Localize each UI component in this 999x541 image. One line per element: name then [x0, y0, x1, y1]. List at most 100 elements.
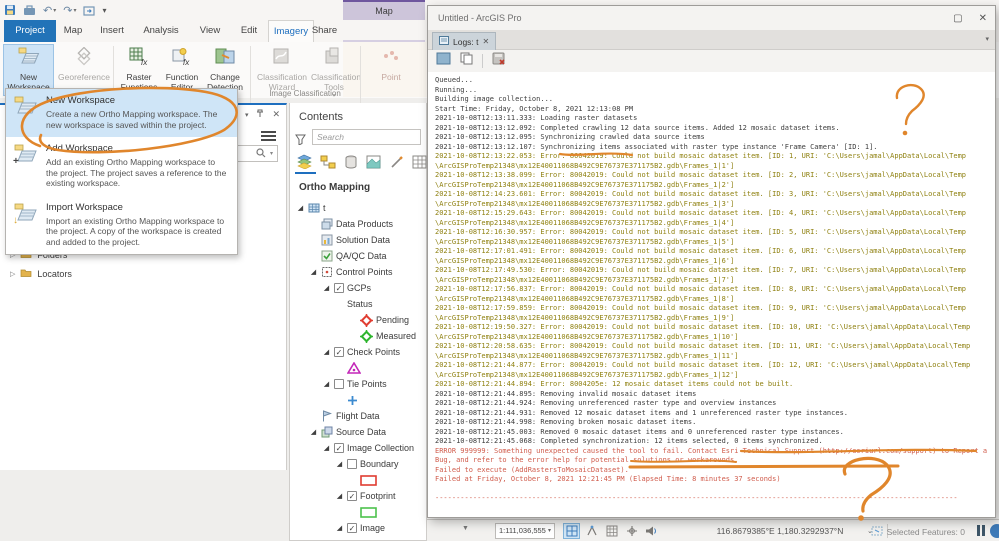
expand-icon[interactable]: ◢: [322, 380, 331, 388]
menu-item-import-workspace[interactable]: ↓ Import Workspace Import an existing Or…: [6, 196, 237, 255]
point-button[interactable]: Point: [366, 44, 416, 96]
checkbox[interactable]: ✓: [334, 283, 344, 293]
chevron-down-icon: ▾: [548, 524, 551, 538]
project-switch-icon[interactable]: [83, 5, 95, 16]
tree-item-check-points[interactable]: ◢✓Check Points: [290, 344, 426, 360]
tree-item-data-products[interactable]: Data Products: [290, 216, 426, 232]
checkbox[interactable]: ✓: [347, 523, 357, 533]
expand-icon[interactable]: ◢: [335, 492, 344, 500]
log-line: 2021-10-08T12:15:29.643: Error: 80042019…: [435, 209, 995, 219]
catalog-item-locators[interactable]: ▷ Locators: [10, 268, 72, 279]
tree-item-control-points[interactable]: ◢Control Points: [290, 264, 426, 280]
scroll-down-icon[interactable]: ▼: [462, 525, 469, 532]
tab-view[interactable]: View: [190, 20, 230, 42]
checkbox[interactable]: [334, 379, 344, 389]
map-scale-select[interactable]: 1:111,036,555▾: [495, 523, 555, 539]
save-icon[interactable]: [4, 4, 16, 16]
selected-features[interactable]: Selected Features: 0: [871, 526, 965, 538]
map-view-icon[interactable]: [365, 153, 382, 170]
collapse-icon[interactable]: ▷: [10, 270, 15, 278]
tree-item-flight-data[interactable]: Flight Data: [290, 408, 426, 424]
select-all-icon[interactable]: [436, 52, 451, 70]
maximize-icon[interactable]: ▢: [953, 13, 962, 24]
log-lines[interactable]: Queued...Running...Building image collec…: [428, 72, 995, 517]
tree-item-pending[interactable]: Pending: [290, 312, 426, 328]
tree-item-symbol[interactable]: [290, 360, 426, 376]
tree-item-gcps[interactable]: ◢✓GCPs: [290, 280, 426, 296]
expand-icon[interactable]: ◢: [322, 444, 331, 452]
expand-icon[interactable]: ◢: [309, 268, 318, 276]
undo-icon[interactable]: ↶▾: [43, 4, 56, 17]
tree-item-symbol[interactable]: [290, 472, 426, 488]
speaker-icon[interactable]: [643, 523, 660, 539]
checkbox[interactable]: ✓: [334, 347, 344, 357]
tree-item-status[interactable]: Status: [290, 296, 426, 312]
tree-item-tie-points[interactable]: ◢Tie Points: [290, 376, 426, 392]
contents-title: Contents: [299, 111, 343, 123]
tree-item-image-collection[interactable]: ◢✓Image Collection: [290, 440, 426, 456]
tab-project[interactable]: Project: [4, 20, 56, 42]
pause-drawing-icon[interactable]: [977, 525, 985, 536]
menu-icon[interactable]: [261, 129, 276, 143]
log-line: 2021-10-08T12:13:12.107: Synchronizing i…: [435, 143, 995, 153]
snap-icon[interactable]: [583, 523, 600, 539]
close-window-icon[interactable]: ✕: [979, 13, 987, 24]
add-workspace-icon: +: [14, 143, 38, 165]
map-coordinates[interactable]: 116.8679385°E 1,180.3292937°N: [695, 526, 865, 536]
tab-edit[interactable]: Edit: [232, 20, 266, 42]
layout-grid-icon[interactable]: [563, 523, 580, 539]
tab-analysis[interactable]: Analysis: [134, 20, 188, 42]
checkbox[interactable]: [347, 459, 357, 469]
filter-icon[interactable]: [295, 132, 306, 150]
customize-toolbar-icon[interactable]: ▾: [102, 6, 106, 15]
close-tab-icon[interactable]: ✕: [483, 37, 490, 46]
data-source-icon[interactable]: [319, 153, 336, 170]
menu-item-new-workspace[interactable]: New Workspace Create a new Ortho Mapping…: [6, 89, 237, 137]
tree-item-image[interactable]: ◢✓Image: [290, 520, 426, 536]
edit-icon[interactable]: [388, 153, 405, 170]
copy-icon[interactable]: [460, 52, 473, 70]
contents-search-input[interactable]: Search: [312, 129, 421, 145]
log-line: 2021-10-08T12:13:12.095: Synchronizing c…: [435, 133, 995, 143]
tab-share[interactable]: Share: [306, 20, 343, 42]
tree-item-source-data[interactable]: ◢Source Data: [290, 424, 426, 440]
log-line: ----------------------------------------…: [435, 494, 995, 504]
tree-item-solution-data[interactable]: Solution Data: [290, 232, 426, 248]
tree-item-footprint[interactable]: ◢✓Footprint: [290, 488, 426, 504]
table-icon[interactable]: [411, 153, 428, 170]
expand-icon[interactable]: ◢: [322, 348, 331, 356]
storage-icon[interactable]: [342, 153, 359, 170]
expand-icon[interactable]: ◢: [335, 524, 344, 532]
grid-icon[interactable]: [603, 523, 620, 539]
pin-icon[interactable]: [256, 109, 264, 120]
locate-icon[interactable]: [990, 524, 999, 538]
expand-icon[interactable]: ◢: [309, 428, 318, 436]
log-line: Running...: [435, 86, 995, 96]
tab-logs-t[interactable]: Logs: t ✕: [432, 32, 496, 50]
classification-tools-icon: [324, 47, 344, 71]
menu-item-add-workspace[interactable]: + Add Workspace Add an existing Ortho Ma…: [6, 137, 237, 196]
tree-item-boundary[interactable]: ◢Boundary: [290, 456, 426, 472]
tree-item-t[interactable]: ◢t: [290, 200, 426, 216]
tree-item-symbol[interactable]: [290, 392, 426, 408]
redo-icon[interactable]: ↷▾: [63, 4, 76, 17]
close-pane-icon[interactable]: ✕: [272, 109, 280, 120]
expand-icon[interactable]: ◢: [322, 284, 331, 292]
tab-insert[interactable]: Insert: [92, 20, 132, 42]
search-dropdown-icon[interactable]: ▾: [270, 150, 273, 157]
log-window-titlebar[interactable]: Untitled - ArcGIS Pro: [428, 6, 995, 30]
tree-item-qa-qc-data[interactable]: QA/QC Data: [290, 248, 426, 264]
checkbox[interactable]: ✓: [347, 491, 357, 501]
tree-item-measured[interactable]: Measured: [290, 328, 426, 344]
pane-dropdown-icon[interactable]: ▾: [245, 111, 249, 119]
clear-log-icon[interactable]: [492, 52, 506, 70]
draw-order-icon[interactable]: [296, 153, 313, 170]
tree-item-symbol[interactable]: [290, 504, 426, 520]
expand-icon[interactable]: ◢: [296, 204, 305, 212]
crosshair-icon[interactable]: [623, 523, 640, 539]
tab-list-icon[interactable]: ▾: [985, 35, 989, 43]
open-project-icon[interactable]: [23, 5, 36, 16]
checkbox[interactable]: ✓: [334, 443, 344, 453]
tab-map[interactable]: Map: [56, 20, 90, 42]
expand-icon[interactable]: ◢: [335, 460, 344, 468]
